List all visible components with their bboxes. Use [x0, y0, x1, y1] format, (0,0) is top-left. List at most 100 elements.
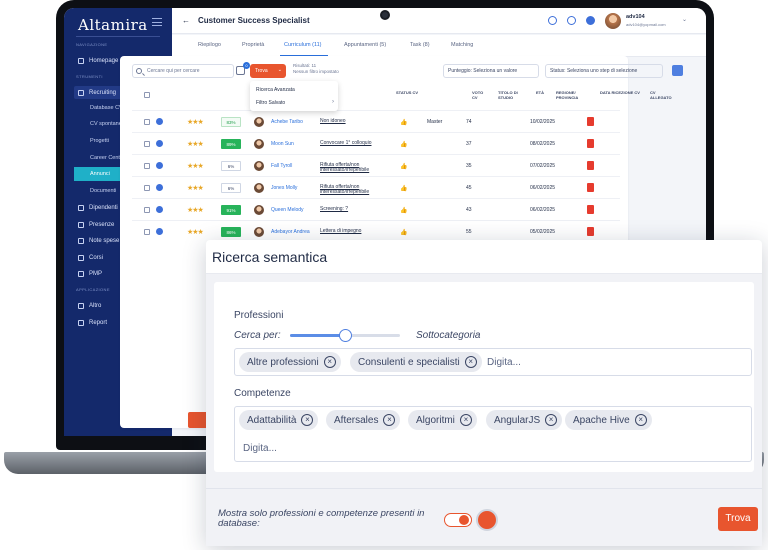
- settings-icon[interactable]: [156, 118, 163, 125]
- row-checkbox[interactable]: [144, 229, 150, 235]
- rating-stars: ★★★: [187, 141, 204, 148]
- chevron-right-icon: ›: [332, 99, 334, 105]
- remove-chip-icon[interactable]: ×: [464, 356, 477, 368]
- trova-button[interactable]: Trova: [718, 507, 758, 531]
- thumb-icon[interactable]: 👍: [400, 207, 407, 214]
- thumb-icon[interactable]: 👍: [400, 185, 407, 192]
- cerca-per-label: Cerca per:: [234, 330, 281, 341]
- chip-algoritmi: Algoritmi ×: [408, 410, 477, 430]
- slider-thumb[interactable]: [339, 329, 352, 342]
- professioni-typing-field[interactable]: Digita...: [487, 357, 521, 368]
- matching-score: 91%: [221, 205, 241, 215]
- table-row[interactable]: ★★★ 89% Moon Sun Convocare 1° colloquio 👍 37 0…: [132, 132, 620, 154]
- th-allegato: CV ALLEGATO: [650, 90, 672, 100]
- competenze-typing-field[interactable]: Digita...: [243, 443, 277, 454]
- row-checkbox[interactable]: [144, 141, 150, 147]
- settings-icon[interactable]: [156, 140, 163, 147]
- rating-stars: ★★★: [187, 163, 204, 170]
- row-checkbox[interactable]: [144, 119, 150, 125]
- webcam: [380, 10, 390, 20]
- data-ricezione: 07/02/2025: [530, 163, 556, 169]
- pdf-icon[interactable]: [587, 117, 594, 126]
- rating-stars: ★★★: [187, 119, 204, 126]
- pdf-icon[interactable]: [587, 139, 594, 148]
- chip-label: Consulenti e specialisti: [358, 356, 460, 368]
- rating-stars: ★★★: [187, 185, 204, 192]
- matching-score: 89%: [221, 139, 241, 149]
- table-row[interactable]: ★★★ 91% Queen Melody Screening: ? 👍 43 06/02/2…: [132, 198, 620, 220]
- professioni-label: Professioni: [234, 310, 284, 321]
- remove-chip-icon[interactable]: ×: [459, 414, 472, 426]
- chevron-down-icon: ⌄: [277, 67, 282, 73]
- remove-chip-icon[interactable]: ×: [383, 414, 396, 426]
- cv-status[interactable]: Rifiuta offerta/non interessato/irreperi…: [320, 185, 394, 195]
- candidate-name[interactable]: Adebayor Andrea: [271, 229, 310, 235]
- modal-title: Ricerca semantica: [212, 249, 328, 265]
- candidate-name[interactable]: Fall Tyroll: [271, 163, 292, 169]
- table-row[interactable]: ★★★ 6% Jones Molly Rifiuta offerta/non inte…: [132, 176, 620, 198]
- th-titolo: TITOLO DI STUDIO: [498, 90, 518, 100]
- thumb-icon[interactable]: 👍: [400, 163, 407, 170]
- punteggio-select[interactable]: Punteggio: Seleziona un valore: [443, 64, 539, 78]
- settings-icon[interactable]: [156, 206, 163, 213]
- table-header: PUNTEGGIO MATCHING STATUS CV VOTO CV TIT…: [132, 88, 672, 102]
- click-indicator: [476, 509, 498, 531]
- select-all-checkbox[interactable]: [144, 92, 150, 98]
- settings-icon[interactable]: [156, 228, 163, 235]
- cv-status[interactable]: Non idoneo: [320, 119, 394, 124]
- professioni-chip-input[interactable]: Altre professioni × Consulenti e speciali…: [234, 348, 752, 376]
- floating-action-button[interactable]: [188, 412, 206, 428]
- menu-item-ricerca-avanzata[interactable]: Ricerca Avanzata: [256, 87, 295, 93]
- chip-consulenti-specialisti: Consulenti e specialisti ×: [350, 352, 482, 372]
- remove-chip-icon[interactable]: ×: [323, 356, 336, 368]
- columns-toggle-button[interactable]: [672, 65, 683, 76]
- data-ricezione: 05/02/2025: [530, 229, 556, 235]
- data-ricezione: 06/02/2025: [530, 207, 556, 213]
- trova-dropdown-button[interactable]: Trova ⌄: [250, 64, 286, 78]
- matching-score: 6%: [221, 161, 241, 171]
- remove-chip-icon[interactable]: ×: [545, 414, 558, 426]
- candidate-name[interactable]: Queen Melody: [271, 207, 304, 213]
- row-checkbox[interactable]: [144, 163, 150, 169]
- settings-icon[interactable]: [156, 162, 163, 169]
- table-row[interactable]: ★★★ 83% Achebe Taribo Non idoneo 👍 Master 74 10…: [132, 110, 620, 132]
- pdf-icon[interactable]: [587, 227, 594, 236]
- cv-status[interactable]: Rifiuta offerta/non interessato/irreperi…: [320, 163, 394, 173]
- table-row[interactable]: ★★★ 86% Adebayor Andrea Lettera di impegno 👍…: [132, 220, 620, 242]
- search-input[interactable]: Cercare qui per cercare: [132, 64, 234, 78]
- competenze-chip-input[interactable]: Adattabilità × Aftersales × Algoritmi × Ang…: [234, 406, 752, 462]
- candidate-avatar: [254, 183, 264, 193]
- menu-item-filtro-salvato[interactable]: Filtro Salvato: [256, 100, 285, 106]
- candidate-name[interactable]: Moon Sun: [271, 141, 294, 147]
- th-eta: ETÀ: [536, 90, 544, 95]
- candidate-name[interactable]: Achebe Taribo: [271, 119, 303, 125]
- chip-aftersales: Aftersales ×: [326, 410, 401, 430]
- pdf-icon[interactable]: [587, 205, 594, 214]
- remove-chip-icon[interactable]: ×: [301, 414, 314, 426]
- status-select[interactable]: Status: Seleziona uno step di selezione: [545, 64, 663, 78]
- row-checkbox[interactable]: [144, 185, 150, 191]
- thumb-icon[interactable]: 👍: [400, 141, 407, 148]
- matching-score: 83%: [221, 117, 241, 127]
- chip-label: AngularJS: [494, 414, 541, 426]
- chip-label: Aftersales: [334, 414, 379, 426]
- cv-status[interactable]: Lettera di impegno: [320, 229, 394, 234]
- db-only-toggle[interactable]: [444, 513, 472, 527]
- remove-chip-icon[interactable]: ×: [634, 414, 647, 426]
- table-row[interactable]: ★★★ 6% Fall Tyroll Rifiuta offerta/non inte…: [132, 154, 620, 176]
- pdf-icon[interactable]: [587, 183, 594, 192]
- pdf-icon[interactable]: [587, 161, 594, 170]
- cv-status[interactable]: Convocare 1° colloquio: [320, 141, 394, 146]
- row-checkbox[interactable]: [144, 207, 150, 213]
- candidate-name[interactable]: Jones Molly: [271, 185, 297, 191]
- granularity-slider[interactable]: [290, 329, 400, 342]
- thumb-icon[interactable]: 👍: [400, 119, 407, 126]
- cv-status[interactable]: Screening: ?: [320, 207, 394, 212]
- settings-icon[interactable]: [156, 184, 163, 191]
- rating-stars: ★★★: [187, 229, 204, 236]
- chip-adattabilita: Adattabilità ×: [239, 410, 319, 430]
- chip-label: Altre professioni: [247, 356, 319, 368]
- th-status: STATUS CV: [396, 90, 419, 95]
- eta-value: 43: [466, 207, 472, 213]
- thumb-icon[interactable]: 👍: [400, 229, 407, 236]
